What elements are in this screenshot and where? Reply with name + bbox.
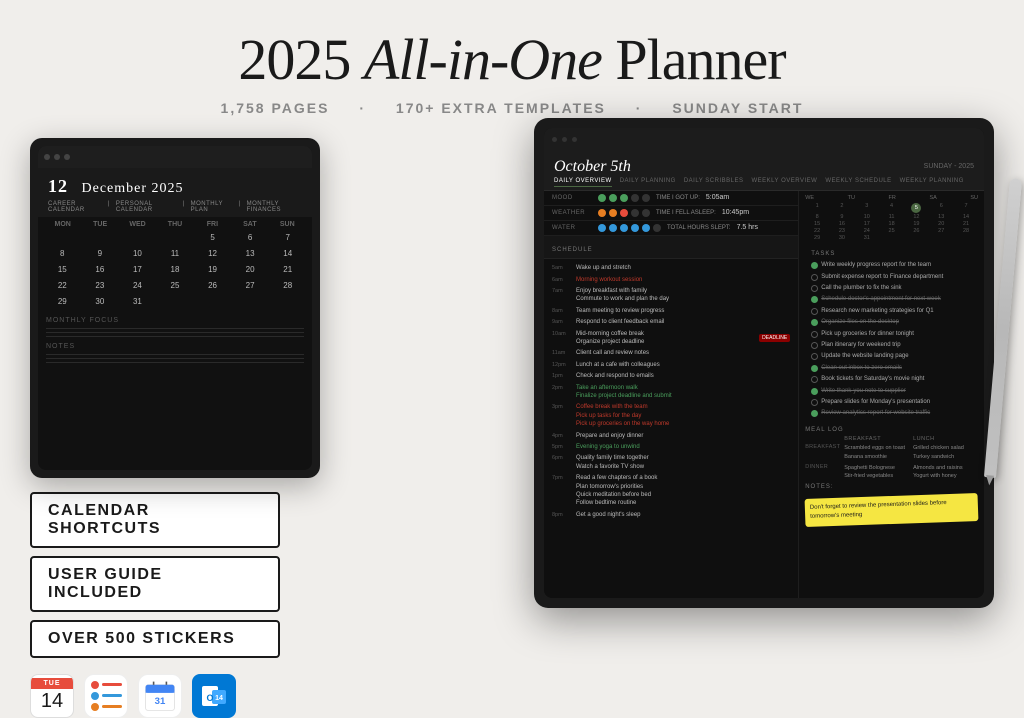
app-icons-row: TUE 14 31	[30, 674, 350, 718]
schedule-item: 12pmLunch at a cafe with colleagues	[544, 359, 798, 370]
svg-text:O: O	[206, 693, 213, 703]
toolbar-dot	[64, 154, 70, 160]
calendar-bottom: MONTHLY FOCUS NOTES	[38, 309, 312, 367]
calendar-shortcuts-badge: CALENDAR SHORTCUTS	[30, 492, 280, 548]
tablet-right: October 5th SUNDAY - 2025 DAILY OVERVIEW…	[534, 118, 994, 608]
task-item: Update the website landing page	[811, 351, 972, 362]
schedule-item: 6amMorning workout session	[544, 274, 798, 285]
schedule-item: 5pmEvening yoga to unwind	[544, 441, 798, 452]
daily-body: MOOD TIME I GOT UP: 5:05am	[544, 191, 984, 598]
task-item: Schedule doctor's appointment for next w…	[811, 294, 972, 305]
water-row: WATER TOTAL HOURS SLEPT:	[544, 221, 798, 236]
google-calendar-icon: 31	[138, 674, 182, 718]
task-item: Review analytics report for website traf…	[811, 408, 972, 419]
left-panel: 12 December 2025 CAREER CALENDAR | PERSO…	[30, 138, 350, 718]
calendar-header: 12 December 2025 CAREER CALENDAR | PERSO…	[38, 168, 312, 217]
calendar-nav-tabs: CAREER CALENDAR | PERSONAL CALENDAR | MO…	[48, 201, 302, 213]
feature-badges: CALENDAR SHORTCUTS USER GUIDE INCLUDED O…	[30, 492, 350, 658]
user-guide-badge: USER GUIDE INCLUDED	[30, 556, 280, 612]
task-item: Research new marketing strategies for Q1	[811, 305, 972, 316]
calendar-widget-icon: TUE 14	[30, 674, 74, 718]
schedule-item: 8pmGet a good night's sleep	[544, 509, 798, 520]
svg-text:14: 14	[215, 695, 223, 702]
schedule-item: 2pmTake an afternoon walkFinalize projec…	[544, 382, 798, 402]
task-item: Pick up groceries for dinner tonight	[811, 328, 972, 339]
schedule-item: 7pmRead a few chapters of a bookPlan tom…	[544, 473, 798, 510]
task-item: Book tickets for Saturday's movie night	[811, 374, 972, 385]
meal-section: MEAL LOG BREAKFAST LUNCH BREAKFAST Scram…	[805, 427, 978, 480]
schedule-item: 4pmPrepare and enjoy dinner	[544, 430, 798, 441]
tablet-left: 12 December 2025 CAREER CALENDAR | PERSO…	[30, 138, 320, 478]
main-content: 12 December 2025 CAREER CALENDAR | PERSO…	[0, 138, 1024, 718]
task-item: Write weekly progress report for the tea…	[811, 260, 972, 271]
notes-label: NOTES:	[805, 484, 978, 490]
stylus	[984, 178, 1022, 478]
schedule-item: 11amClient call and review notes	[544, 348, 798, 359]
reminders-icon	[84, 674, 128, 718]
sticky-note: Don't forget to review the presentation …	[805, 493, 979, 527]
toolbar-dot	[44, 154, 50, 160]
schedule-item: 5amWake up and stretch	[544, 263, 798, 274]
right-panel: October 5th SUNDAY - 2025 DAILY OVERVIEW…	[370, 138, 994, 718]
schedule-header: SCHEDULE	[544, 236, 798, 259]
daily-left-col: MOOD TIME I GOT UP: 5:05am	[544, 191, 799, 598]
task-item: Write thank-you note to supplier	[811, 385, 972, 396]
calendar-grid: 5 6 7 8 9 10 11 12 13 14 15 16 17 18 19 …	[38, 230, 312, 309]
schedule-item: 1pmCheck and respond to emails	[544, 371, 798, 382]
schedule-item: 10amMid-morning coffee breakOrganize pro…	[544, 328, 798, 348]
schedule-item: 8amTeam meeting to review progress	[544, 305, 798, 316]
stylus-tip	[985, 475, 994, 486]
schedule-item: 3pmCoffee break with the teamPick up tas…	[544, 402, 798, 430]
toolbar-dot	[54, 154, 60, 160]
task-item: Clean out inbox to zero emails	[811, 362, 972, 373]
stickers-badge: OVER 500 STICKERS	[30, 620, 280, 658]
daily-header: October 5th SUNDAY - 2025 DAILY OVERVIEW…	[544, 152, 984, 191]
calendar-day-headers: MON TUE WED THU FRI SAT SUN	[38, 217, 312, 230]
outlook-icon: O 14	[192, 674, 236, 718]
svg-text:31: 31	[155, 696, 166, 707]
task-item: Organize files on the desktop	[811, 317, 972, 328]
schedule-section: 5amWake up and stretch 6amMorning workou…	[544, 259, 798, 525]
weather-row: WEATHER TIME I FELL ASLEEP: 10:45pm	[544, 206, 798, 221]
main-title: 2025 All-in-One Planner	[0, 28, 1024, 92]
mood-row: MOOD TIME I GOT UP: 5:05am	[544, 191, 798, 206]
task-item: Prepare slides for Monday's presentation	[811, 396, 972, 407]
right-toolbar	[544, 128, 984, 152]
schedule-item: 9amRespond to client feedback email	[544, 317, 798, 328]
task-item: Plan itinerary for weekend trip	[811, 340, 972, 351]
tasks-section: TASKS Write weekly progress report for t…	[805, 247, 978, 423]
daily-right-col: WE TU FR SA SU 1 2 3 4	[799, 191, 984, 598]
page-header: 2025 All-in-One Planner 1,758 PAGES · 17…	[0, 0, 1024, 128]
mini-calendar: WE TU FR SA SU 1 2 3 4	[805, 195, 978, 241]
daily-nav: DAILY OVERVIEW DAILY PLANNING DAILY SCRI…	[554, 178, 974, 187]
meal-row: DINNER Spaghetti BologneseStir-fried veg…	[805, 464, 978, 481]
meal-row: BREAKFAST Scrambled eggs on toastBanana …	[805, 444, 978, 461]
task-item: Submit expense report to Finance departm…	[811, 271, 972, 282]
task-item: Call the plumber to fix the sink	[811, 283, 972, 294]
schedule-item: 7amEnjoy breakfast with familyCommute to…	[544, 286, 798, 306]
subtitle: 1,758 PAGES · 170+ EXTRA TEMPLATES · SUN…	[0, 100, 1024, 116]
schedule-item: 6pmQuality family time togetherWatch a f…	[544, 453, 798, 473]
